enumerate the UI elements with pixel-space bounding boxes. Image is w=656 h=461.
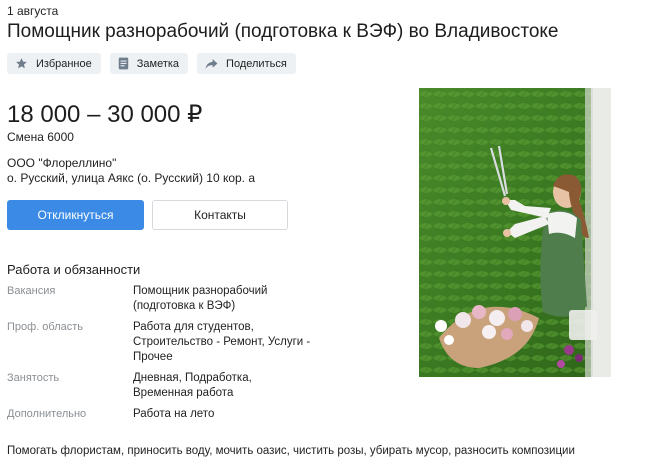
value-line: Дневная, Подработка, [133,372,252,384]
contacts-button[interactable]: Контакты [152,200,288,230]
address: о. Русский, улица Аякс (о. Русский) 10 к… [7,171,256,185]
action-bar: Избранное Заметка Поделиться [7,53,296,74]
detail-label-additional: Дополнительно [7,408,87,420]
value-line: Помощник разнорабочий [133,285,268,297]
shift-pay: Смена 6000 [7,130,74,144]
value-line: Работа на лето [133,408,215,420]
value-line: (подготовка к ВЭФ) [133,300,236,312]
value-line: Работа для студентов, [133,321,254,333]
vacancy-photo[interactable] [419,88,611,377]
detail-value-additional: Работа на лето [133,407,214,422]
value-line: Прочее [133,351,173,363]
note-icon [118,57,128,70]
share-arrow-icon [205,58,218,69]
share-label: Поделиться [226,57,287,70]
detail-label-employment: Занятость [7,372,60,384]
favorite-button[interactable]: Избранное [7,53,101,74]
detail-value-vacancy: Помощник разнорабочий (подготовка к ВЭФ) [133,284,267,314]
page-title: Помощник разнорабочий (подготовка к ВЭФ)… [7,21,559,42]
share-button[interactable]: Поделиться [197,53,296,74]
florist-photo-illustration [419,88,611,377]
detail-value-area: Работа для студентов, Строительство - Ре… [133,320,310,365]
job-description: Помогать флористам, приносить воду, мочи… [7,445,575,457]
note-label: Заметка [136,57,180,70]
value-line: Временная работа [133,387,234,399]
value-line: Строительство - Ремонт, Услуги - [133,336,311,348]
star-icon [16,58,27,69]
note-button[interactable]: Заметка [109,53,189,74]
detail-label-vacancy: Вакансия [7,285,56,297]
detail-label-area: Проф. область [7,321,84,333]
salary: 18 000 – 30 000 ₽ [7,101,203,128]
favorite-label: Избранное [36,57,92,70]
section-title: Работа и обязанности [7,262,141,277]
publish-date: 1 августа [7,4,59,18]
detail-value-employment: Дневная, Подработка, Временная работа [133,371,252,401]
apply-button[interactable]: Откликнуться [7,200,144,230]
company-name: ООО "Флореллино" [7,156,117,170]
